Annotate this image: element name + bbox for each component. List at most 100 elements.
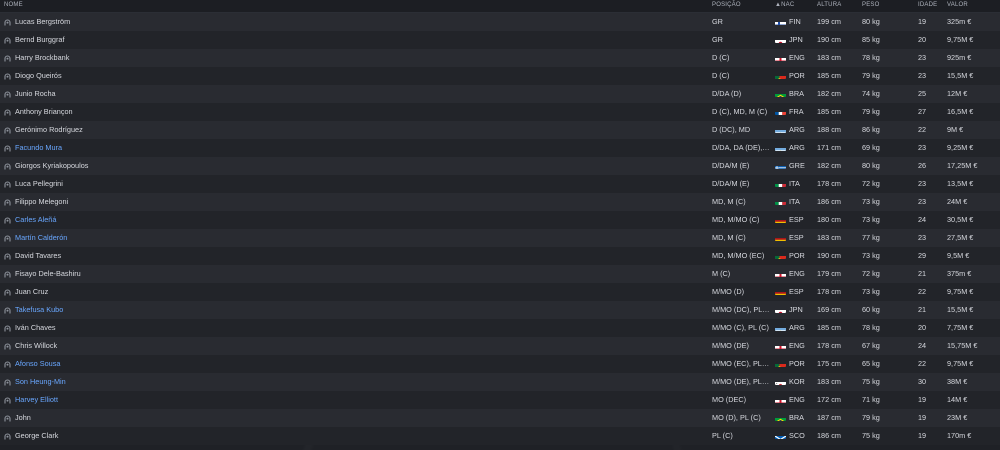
player-name[interactable]: Harvey Elliott [15, 395, 58, 404]
player-nationality[interactable]: ENG [789, 49, 809, 67]
player-name-cell[interactable]: Lucas Bergström [4, 13, 694, 31]
player-name-cell[interactable]: Fisayo Dele-Bashiru [4, 265, 694, 283]
player-nationality[interactable]: ESP [789, 283, 809, 301]
column-header-altura[interactable]: ALTURA [817, 2, 841, 8]
table-row[interactable]: Martín Calderón MD, M (C) ESP 183 cm 77 … [0, 229, 1000, 247]
player-name[interactable]: Facundo Mura [15, 143, 62, 152]
player-name-cell[interactable]: Afonso Sousa [4, 355, 694, 373]
player-name-cell[interactable]: Gerónimo Rodríguez [4, 121, 694, 139]
player-name[interactable]: Giorgos Kyriakopoulos [15, 161, 88, 170]
player-name[interactable]: Anthony Briançon [15, 107, 73, 116]
column-header-posicao[interactable]: POSIÇÃO [712, 2, 741, 8]
player-nationality[interactable]: ITA [789, 175, 809, 193]
player-name[interactable]: Diogo Queirós [15, 71, 62, 80]
table-row[interactable]: Facundo Mura D/DA, DA (DE),… ARG 171 cm … [0, 139, 1000, 157]
column-header-nome[interactable]: NOME [4, 2, 23, 8]
player-name[interactable]: Takefusa Kubo [15, 305, 63, 314]
table-row[interactable]: David Tavares MD, M/MO (EC) POR 190 cm 7… [0, 247, 1000, 265]
table-row[interactable]: Giorgos Kyriakopoulos D/DA/M (E) GRE 182… [0, 157, 1000, 175]
table-row[interactable]: Chris Willock M/MO (DE) ENG 178 cm 67 kg… [0, 337, 1000, 355]
table-row[interactable]: John MO (D), PL (C) BRA 187 cm 79 kg 19 … [0, 409, 1000, 427]
player-name-cell[interactable]: Juan Cruz [4, 283, 694, 301]
player-name-cell[interactable]: Anthony Briançon [4, 103, 694, 121]
table-row[interactable]: Harvey Elliott MO (DEC) ENG 172 cm 71 kg… [0, 391, 1000, 409]
player-name[interactable]: Carles Aleñá [15, 215, 56, 224]
table-row[interactable]: Anthony Briançon D (C), MD, M (C) FRA 18… [0, 103, 1000, 121]
player-nationality[interactable]: JPN [789, 31, 809, 49]
table-row[interactable]: Takefusa Kubo M/MO (DC), PL… JPN 169 cm … [0, 301, 1000, 319]
player-nationality[interactable]: BRA [789, 409, 809, 427]
player-name-cell[interactable]: Bernd Burggraf [4, 31, 694, 49]
player-name[interactable]: Afonso Sousa [15, 359, 60, 368]
table-row[interactable]: Filippo Melegoni MD, M (C) ITA 186 cm 73… [0, 193, 1000, 211]
table-row[interactable]: Son Heung-Min M/MO (DE), PL… KOR 183 cm … [0, 373, 1000, 391]
player-name-cell[interactable]: Iván Chaves [4, 319, 694, 337]
player-name[interactable]: Martín Calderón [15, 233, 67, 242]
player-nationality[interactable]: ENG [789, 391, 809, 409]
player-name-cell[interactable]: Diogo Queirós [4, 67, 694, 85]
player-name-cell[interactable]: George Clark [4, 427, 694, 445]
table-row[interactable]: Junio Rocha D/DA (D) BRA 182 cm 74 kg 25… [0, 85, 1000, 103]
table-row[interactable]: Afonso Sousa M/MO (EC), PL… POR 175 cm 6… [0, 355, 1000, 373]
player-name-cell[interactable]: Carles Aleñá [4, 211, 694, 229]
table-row[interactable]: George Clark PL (C) SCO 186 cm 75 kg 19 … [0, 427, 1000, 445]
player-name[interactable]: Fisayo Dele-Bashiru [15, 269, 81, 278]
player-name-cell[interactable]: Giorgos Kyriakopoulos [4, 157, 694, 175]
player-nationality[interactable]: POR [789, 355, 809, 373]
column-header-valor[interactable]: VALOR [947, 2, 968, 8]
player-name-cell[interactable]: Facundo Mura [4, 139, 694, 157]
player-nationality[interactable]: ARG [789, 121, 809, 139]
player-nationality[interactable]: POR [789, 67, 809, 85]
player-name-cell[interactable]: Harry Brockbank [4, 49, 694, 67]
player-name-cell[interactable]: Chris Willock [4, 337, 694, 355]
player-name[interactable]: Bernd Burggraf [15, 35, 65, 44]
player-name[interactable]: Junio Rocha [15, 89, 56, 98]
player-name[interactable]: Harry Brockbank [15, 53, 69, 62]
player-nationality[interactable]: ESP [789, 211, 809, 229]
table-row[interactable]: Gerónimo Rodríguez D (DC), MD ARG 188 cm… [0, 121, 1000, 139]
column-header-peso[interactable]: PESO [862, 2, 879, 8]
table-row[interactable]: Harry Brockbank D (C) ENG 183 cm 78 kg 2… [0, 49, 1000, 67]
player-nationality[interactable]: FIN [789, 13, 809, 31]
player-nationality[interactable]: ITA [789, 193, 809, 211]
player-nationality[interactable]: ARG [789, 139, 809, 157]
player-nationality[interactable]: GRE [789, 157, 809, 175]
player-name-cell[interactable]: David Tavares [4, 247, 694, 265]
table-row[interactable]: Carles Aleñá MD, M/MO (C) ESP 180 cm 73 … [0, 211, 1000, 229]
player-name[interactable]: Lucas Bergström [15, 17, 70, 26]
player-name[interactable]: Filippo Melegoni [15, 197, 68, 206]
player-name[interactable]: Iván Chaves [15, 323, 56, 332]
player-nationality[interactable]: ARG [789, 319, 809, 337]
player-name-cell[interactable]: Luca Pellegrini [4, 175, 694, 193]
player-nationality[interactable]: BRA [789, 85, 809, 103]
table-row[interactable]: Bernd Burggraf GR JPN 190 cm 85 kg 20 9,… [0, 31, 1000, 49]
player-name[interactable]: Luca Pellegrini [15, 179, 63, 188]
player-name[interactable]: Son Heung-Min [15, 377, 66, 386]
player-name[interactable]: John [15, 413, 31, 422]
table-row[interactable]: Fisayo Dele-Bashiru M (C) ENG 179 cm 72 … [0, 265, 1000, 283]
player-name-cell[interactable]: Junio Rocha [4, 85, 694, 103]
player-nationality[interactable]: KOR [789, 373, 809, 391]
player-nationality[interactable]: SCO [789, 427, 809, 445]
player-name[interactable]: David Tavares [15, 251, 61, 260]
table-row[interactable]: Juan Cruz M/MO (D) ESP 178 cm 73 kg 22 9… [0, 283, 1000, 301]
player-name-cell[interactable]: John [4, 409, 694, 427]
player-name-cell[interactable]: Filippo Melegoni [4, 193, 694, 211]
player-name[interactable]: Chris Willock [15, 341, 57, 350]
table-row[interactable]: Luca Pellegrini D/DA/M (E) ITA 178 cm 72… [0, 175, 1000, 193]
table-row[interactable]: Diogo Queirós D (C) POR 185 cm 79 kg 23 … [0, 67, 1000, 85]
player-name[interactable]: George Clark [15, 431, 58, 440]
player-name[interactable]: Gerónimo Rodríguez [15, 125, 83, 134]
player-nationality[interactable]: POR [789, 247, 809, 265]
player-name-cell[interactable]: Takefusa Kubo [4, 301, 694, 319]
player-nationality[interactable]: ENG [789, 265, 809, 283]
player-name-cell[interactable]: Son Heung-Min [4, 373, 694, 391]
player-name[interactable]: Juan Cruz [15, 287, 48, 296]
table-row[interactable]: Iván Chaves M/MO (C), PL (C) ARG 185 cm … [0, 319, 1000, 337]
table-row[interactable]: Lucas Bergström GR FIN 199 cm 80 kg 19 3… [0, 13, 1000, 31]
column-header-nac[interactable]: ▲NAC [775, 2, 794, 8]
player-name-cell[interactable]: Harvey Elliott [4, 391, 694, 409]
column-header-idade[interactable]: IDADE [918, 2, 937, 8]
player-nationality[interactable]: ESP [789, 229, 809, 247]
player-nationality[interactable]: ENG [789, 337, 809, 355]
